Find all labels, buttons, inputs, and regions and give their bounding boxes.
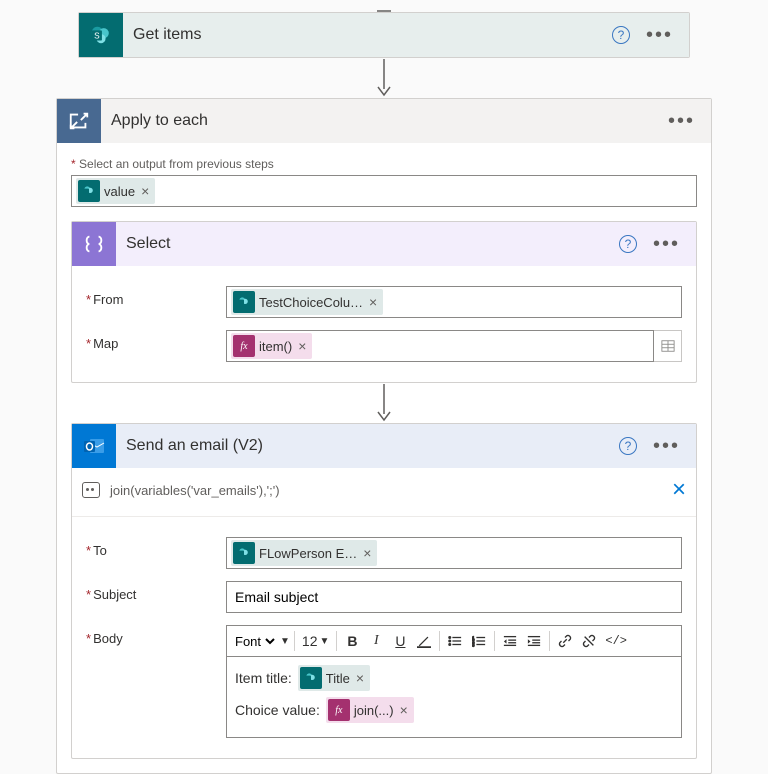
- peek-expression: join(variables('var_emails'),';'): [110, 483, 662, 498]
- close-icon[interactable]: ×: [672, 476, 686, 504]
- email-to-input[interactable]: FLowPerson E… ×: [226, 537, 682, 569]
- join-token[interactable]: fx join(...) ×: [326, 697, 414, 723]
- get-items-title: Get items: [133, 26, 602, 44]
- title-token[interactable]: Title ×: [298, 665, 370, 691]
- indent-button[interactable]: [523, 628, 545, 654]
- email-body-editor[interactable]: Item title: Title ×: [226, 656, 682, 738]
- value-token[interactable]: value ×: [76, 178, 155, 204]
- number-list-button[interactable]: 123: [468, 628, 490, 654]
- remove-token-icon[interactable]: ×: [367, 294, 377, 310]
- email-title: Send an email (V2): [126, 437, 609, 455]
- sharepoint-icon: S: [79, 13, 123, 57]
- body-text-2: Choice value:: [235, 702, 320, 718]
- body-label: Body: [93, 631, 123, 646]
- code-view-button[interactable]: </>: [602, 628, 630, 654]
- from-token[interactable]: TestChoiceColu… ×: [231, 289, 383, 315]
- font-select[interactable]: Font: [231, 633, 278, 650]
- from-label: From: [93, 292, 123, 307]
- to-label: To: [93, 543, 107, 558]
- italic-button[interactable]: I: [365, 628, 387, 654]
- sharepoint-token-icon: [78, 180, 100, 202]
- bold-button[interactable]: B: [341, 628, 363, 654]
- sharepoint-token-icon: [300, 667, 322, 689]
- email-subject-input[interactable]: [226, 581, 682, 613]
- rte-toolbar: Font ▼ 12 ▼ B I U: [226, 625, 682, 656]
- fx-icon: fx: [328, 699, 350, 721]
- sharepoint-token-icon: [233, 542, 255, 564]
- more-menu[interactable]: •••: [647, 233, 686, 256]
- help-icon[interactable]: ?: [619, 437, 637, 455]
- map-label: Map: [93, 336, 118, 351]
- body-text-1: Item title:: [235, 670, 292, 686]
- more-menu[interactable]: •••: [647, 435, 686, 458]
- select-card: Select ? ••• *From: [71, 221, 697, 383]
- more-menu[interactable]: •••: [662, 110, 701, 133]
- help-icon[interactable]: ?: [619, 235, 637, 253]
- sharepoint-token-icon: [233, 291, 255, 313]
- apply-output-input[interactable]: value ×: [71, 175, 697, 207]
- size-select[interactable]: 12 ▼: [299, 628, 332, 654]
- peek-icon: [82, 482, 100, 498]
- svg-text:3: 3: [472, 642, 475, 647]
- map-token[interactable]: fx item() ×: [231, 333, 312, 359]
- apply-title: Apply to each: [111, 112, 652, 130]
- send-email-card: Send an email (V2) ? ••• join(variables(…: [71, 423, 697, 759]
- loop-icon: [57, 99, 101, 143]
- to-token[interactable]: FLowPerson E… ×: [231, 540, 377, 566]
- get-items-card[interactable]: S Get items ? •••: [78, 12, 690, 58]
- email-header[interactable]: Send an email (V2) ? •••: [72, 424, 696, 468]
- unlink-button[interactable]: [578, 628, 600, 654]
- select-map-input[interactable]: fx item() ×: [226, 330, 654, 362]
- fx-icon: fx: [233, 335, 255, 357]
- apply-output-label: Select an output from previous steps: [71, 157, 697, 171]
- outlook-icon: [72, 424, 116, 468]
- remove-token-icon[interactable]: ×: [354, 670, 364, 686]
- help-icon[interactable]: ?: [612, 26, 630, 44]
- more-menu[interactable]: •••: [640, 24, 679, 47]
- underline-button[interactable]: U: [389, 628, 411, 654]
- link-button[interactable]: [554, 628, 576, 654]
- color-button[interactable]: [413, 628, 435, 654]
- remove-token-icon[interactable]: ×: [139, 183, 149, 199]
- select-header[interactable]: Select ? •••: [72, 222, 696, 266]
- bullet-list-button[interactable]: [444, 628, 466, 654]
- map-mode-toggle[interactable]: [654, 330, 682, 362]
- select-from-input[interactable]: TestChoiceColu… ×: [226, 286, 682, 318]
- select-icon: [72, 222, 116, 266]
- svg-text:S: S: [94, 32, 100, 41]
- remove-token-icon[interactable]: ×: [361, 545, 371, 561]
- subject-label: Subject: [93, 587, 136, 602]
- apply-to-each-card: Apply to each ••• Select an output from …: [56, 98, 712, 774]
- remove-token-icon[interactable]: ×: [296, 338, 306, 354]
- outdent-button[interactable]: [499, 628, 521, 654]
- apply-header[interactable]: Apply to each •••: [57, 99, 711, 143]
- select-title: Select: [126, 235, 609, 253]
- remove-token-icon[interactable]: ×: [398, 702, 408, 718]
